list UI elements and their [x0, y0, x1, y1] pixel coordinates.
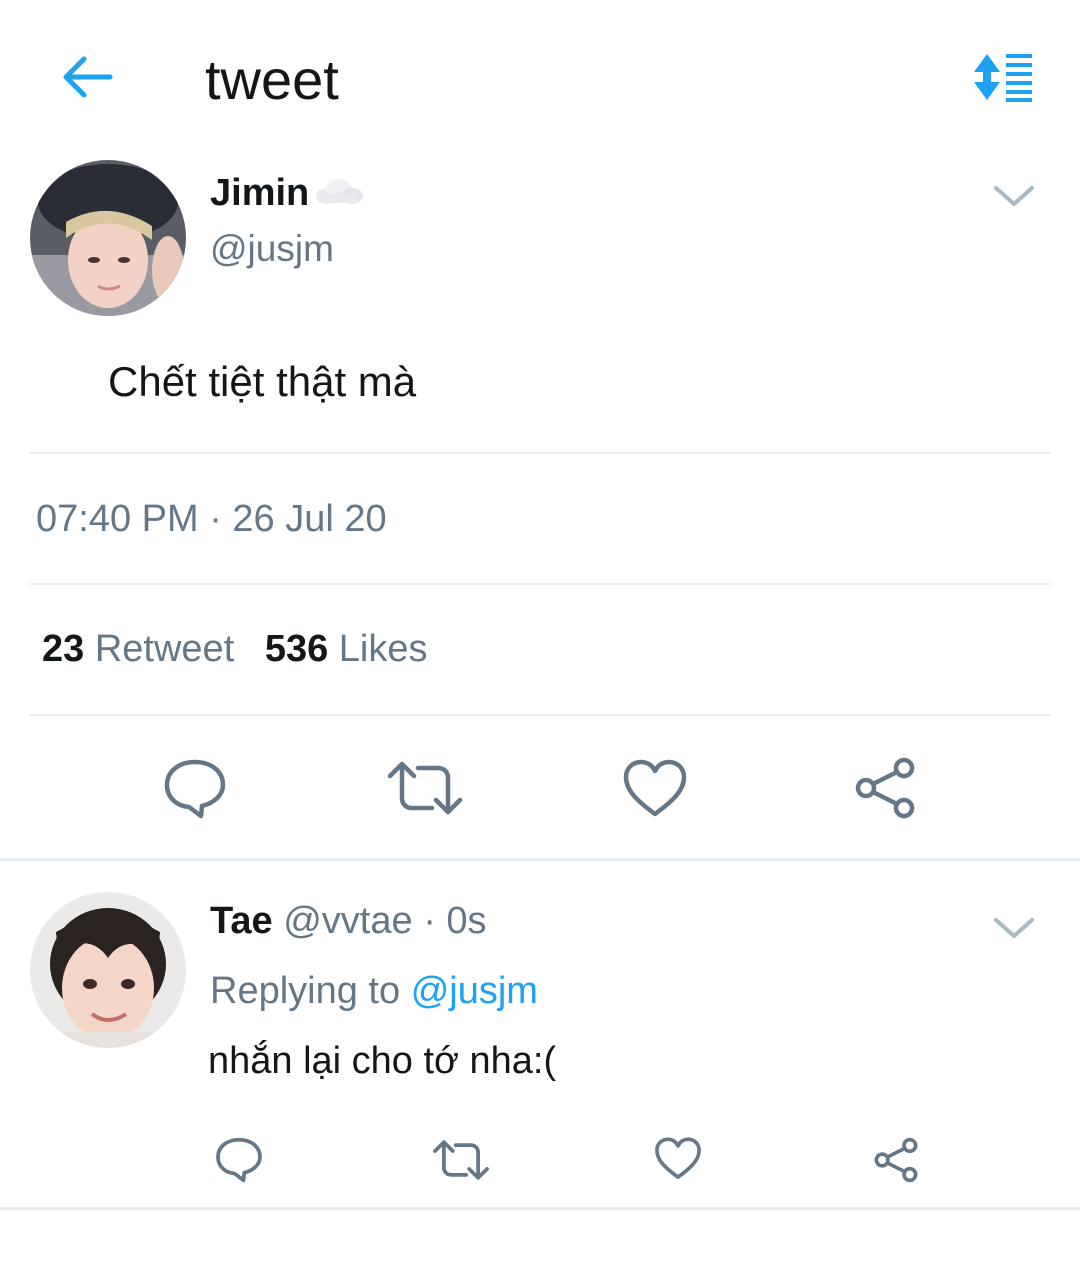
reply-header: Tae @vvtae · 0s: [210, 900, 487, 943]
avatar[interactable]: [30, 160, 186, 316]
user-handle[interactable]: @jusjm: [210, 228, 334, 270]
retweet-count-label: Retweet: [94, 628, 235, 670]
like-count[interactable]: 536 Likes: [265, 628, 428, 670]
reply-reply-icon[interactable]: [215, 1136, 263, 1184]
like-count-value: 536: [264, 628, 329, 670]
replying-to-handle[interactable]: @jusjm: [411, 970, 538, 1012]
retweet-count-value: 23: [42, 628, 85, 670]
tweet-text: Chết tiệt thật mà: [108, 358, 417, 405]
reply-icon[interactable]: [163, 758, 227, 820]
bottom-divider: [0, 1207, 1080, 1210]
cloud-icon: [313, 176, 365, 211]
divider: [30, 452, 1050, 454]
divider: [30, 714, 1050, 716]
display-name[interactable]: Jimin: [210, 172, 309, 215]
reply-time: · 0s: [423, 900, 487, 942]
retweet-icon[interactable]: [386, 760, 464, 816]
like-count-label: Likes: [338, 628, 428, 670]
replying-to: Replying to @jusjm: [210, 970, 538, 1013]
replying-to-label: Replying to: [210, 970, 401, 1012]
reply-text: nhắn lại cho tớ nha:(: [208, 1040, 557, 1082]
reply-like-icon[interactable]: [654, 1136, 702, 1182]
reply-avatar[interactable]: [30, 892, 186, 1048]
reply-handle[interactable]: @vvtae: [283, 900, 412, 942]
like-icon[interactable]: [622, 758, 688, 820]
timestamp: 07:40 PM · 26 Jul 20: [36, 498, 387, 540]
chevron-down-icon[interactable]: [992, 182, 1036, 210]
reply-chevron-down-icon[interactable]: [992, 914, 1036, 942]
retweet-count[interactable]: 23 Retweet: [42, 628, 245, 670]
reply-retweet-icon[interactable]: [432, 1138, 490, 1182]
section-divider: [0, 858, 1080, 861]
tweet-stats: 23 Retweet 536 Likes: [42, 628, 428, 671]
sort-icon[interactable]: [970, 52, 1034, 102]
reply-display-name[interactable]: Tae: [210, 900, 273, 942]
share-icon[interactable]: [852, 756, 918, 820]
page-title: tweet: [205, 48, 339, 111]
back-arrow-icon[interactable]: [58, 52, 114, 102]
reply-share-icon[interactable]: [872, 1136, 920, 1184]
divider: [30, 583, 1050, 585]
